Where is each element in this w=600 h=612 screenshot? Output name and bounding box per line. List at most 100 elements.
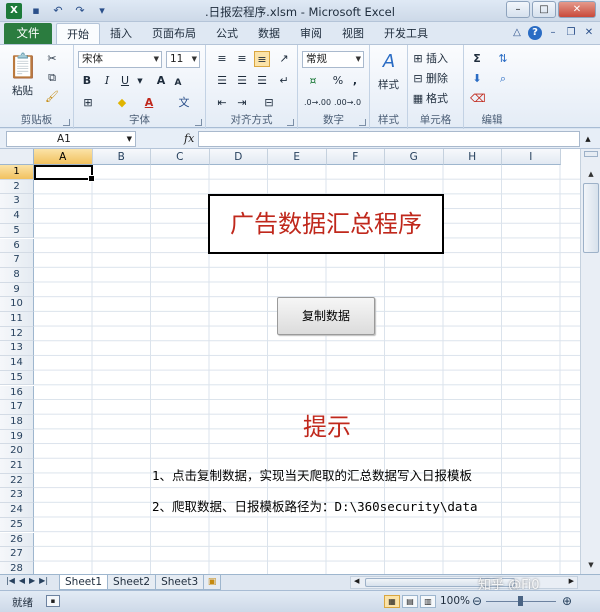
column-header-i[interactable]: I <box>502 149 561 165</box>
row-header-11[interactable]: 11 <box>0 312 34 327</box>
last-sheet-icon[interactable]: ▶| <box>39 576 48 585</box>
delete-cells-button[interactable]: 删除 <box>426 71 458 87</box>
font-color-icon[interactable]: A <box>142 95 156 111</box>
row-header-1[interactable]: 1 <box>0 165 34 180</box>
formula-input[interactable] <box>198 131 580 147</box>
row-header-12[interactable]: 12 <box>0 326 34 342</box>
border-icon[interactable]: ⊞ <box>80 95 96 111</box>
underline-dropdown-icon[interactable]: ▼ <box>136 73 144 89</box>
row-header-19[interactable]: 19 <box>0 429 34 445</box>
macro-record-icon[interactable]: ▪ <box>46 595 60 607</box>
align-bottom-icon[interactable]: ≡ <box>254 51 270 67</box>
copy-icon[interactable]: ⧉ <box>44 70 60 86</box>
row-header-14[interactable]: 14 <box>0 356 34 371</box>
currency-icon[interactable]: ¤ <box>304 73 322 89</box>
horizontal-scrollbar[interactable]: ◀ ▶ <box>350 576 578 589</box>
font-name-select[interactable]: 宋体 ▼ <box>78 51 162 68</box>
row-header-24[interactable]: 24 <box>0 503 34 518</box>
format-cells-icon[interactable]: ▦ <box>412 91 424 107</box>
column-header-h[interactable]: H <box>443 149 502 165</box>
row-header-27[interactable]: 27 <box>0 547 34 562</box>
row-header-13[interactable]: 13 <box>0 341 34 357</box>
zoom-level[interactable]: 100% <box>440 595 470 607</box>
styles-button[interactable]: 样式 <box>378 77 399 92</box>
increase-decimal-icon[interactable]: .0→.00 <box>304 95 331 111</box>
select-all-corner[interactable] <box>0 149 34 165</box>
paste-icon[interactable]: 📋 <box>8 51 38 81</box>
styles-icon[interactable]: A <box>378 51 400 73</box>
tab-view[interactable]: 视图 <box>332 23 374 44</box>
page-layout-view-icon[interactable]: ▤ <box>402 595 418 608</box>
row-header-8[interactable]: 8 <box>0 267 34 283</box>
fill-color-icon[interactable]: ◆ <box>114 95 130 111</box>
number-launcher-icon[interactable] <box>359 119 366 126</box>
align-middle-icon[interactable]: ≡ <box>234 51 250 67</box>
autosum-button[interactable]: Σ <box>470 51 484 67</box>
row-header-17[interactable]: 17 <box>0 400 34 415</box>
sheet-tab-sheet1[interactable]: Sheet1 <box>59 575 109 590</box>
row-header-15[interactable]: 15 <box>0 370 34 386</box>
tab-formulas[interactable]: 公式 <box>206 23 248 44</box>
doc-close-icon[interactable]: ✕ <box>582 26 596 40</box>
cut-icon[interactable]: ✂ <box>44 51 60 67</box>
column-header-b[interactable]: B <box>92 149 151 165</box>
active-cell-a1[interactable] <box>34 165 95 182</box>
sort-filter-icon[interactable]: ⇅ <box>494 51 512 67</box>
row-header-22[interactable]: 22 <box>0 473 34 489</box>
row-header-6[interactable]: 6 <box>0 238 34 254</box>
doc-minimize-icon[interactable]: – <box>546 26 560 40</box>
column-header-f[interactable]: F <box>326 149 385 165</box>
split-box[interactable] <box>584 151 598 157</box>
page-break-view-icon[interactable]: ▥ <box>420 595 436 608</box>
phonetic-button[interactable]: 文 <box>176 95 192 111</box>
align-center-icon[interactable]: ☰ <box>234 73 250 89</box>
row-header-4[interactable]: 4 <box>0 209 34 224</box>
column-header-g[interactable]: G <box>385 149 444 165</box>
grow-font-button[interactable]: A <box>154 73 168 89</box>
worksheet[interactable]: ABCDEFGHI 1 2 3 4 5 6 7 8 9 10 11 12 13 14 15 16 17 18 19 2… <box>0 149 600 577</box>
alignment-launcher-icon[interactable] <box>287 119 294 126</box>
paste-label[interactable]: 粘贴 <box>12 83 33 98</box>
row-header-21[interactable]: 21 <box>0 459 34 474</box>
next-sheet-icon[interactable]: ▶ <box>29 576 35 585</box>
minimize-ribbon-icon[interactable]: △ <box>510 26 524 40</box>
normal-view-icon[interactable]: ▦ <box>384 595 400 608</box>
number-format-select[interactable]: 常规 ▼ <box>302 51 364 68</box>
help-icon[interactable]: ? <box>528 26 542 40</box>
close-button[interactable]: ✕ <box>558 1 596 18</box>
font-launcher-icon[interactable] <box>195 119 202 126</box>
scroll-right-icon[interactable]: ▶ <box>569 577 574 585</box>
merge-center-icon[interactable]: ⊟ <box>258 95 280 111</box>
vertical-scrollbar[interactable]: ▲ ▼ <box>580 149 600 574</box>
italic-button[interactable]: I <box>100 73 114 89</box>
tab-review[interactable]: 审阅 <box>290 23 332 44</box>
tab-insert[interactable]: 插入 <box>100 23 142 44</box>
column-header-d[interactable]: D <box>209 149 268 165</box>
fill-icon[interactable]: ⬇ <box>470 71 484 87</box>
tab-home[interactable]: 开始 <box>56 23 100 44</box>
expand-formula-icon[interactable]: ▲ <box>582 131 594 147</box>
row-header-23[interactable]: 23 <box>0 488 34 504</box>
insert-sheet-icon[interactable]: ▣ <box>203 575 222 590</box>
maximize-button[interactable]: □ <box>532 1 556 18</box>
row-header-16[interactable]: 16 <box>0 385 34 401</box>
scroll-down-icon[interactable]: ▼ <box>583 558 599 572</box>
sheet-tab-sheet3[interactable]: Sheet3 <box>155 575 205 590</box>
tab-page-layout[interactable]: 页面布局 <box>142 23 206 44</box>
decrease-decimal-icon[interactable]: .00→.0 <box>334 95 361 111</box>
tab-data[interactable]: 数据 <box>248 23 290 44</box>
sheet-tab-sheet2[interactable]: Sheet2 <box>107 575 157 590</box>
row-header-2[interactable]: 2 <box>0 179 34 195</box>
shrink-font-button[interactable]: A <box>172 75 184 91</box>
wrap-text-icon[interactable]: ↵ <box>276 73 292 89</box>
tab-file[interactable]: 文件 <box>4 23 52 44</box>
align-left-icon[interactable]: ☰ <box>214 73 230 89</box>
bold-button[interactable]: B <box>80 73 94 89</box>
tab-developer[interactable]: 开发工具 <box>374 23 438 44</box>
decrease-indent-icon[interactable]: ⇤ <box>214 95 230 111</box>
format-painter-icon[interactable]: 🖌 <box>44 89 60 105</box>
row-header-18[interactable]: 18 <box>0 414 34 430</box>
column-header-a[interactable]: A <box>34 149 93 165</box>
find-select-icon[interactable]: ⌕ <box>494 71 512 87</box>
clear-icon[interactable]: ⌫ <box>470 91 486 107</box>
